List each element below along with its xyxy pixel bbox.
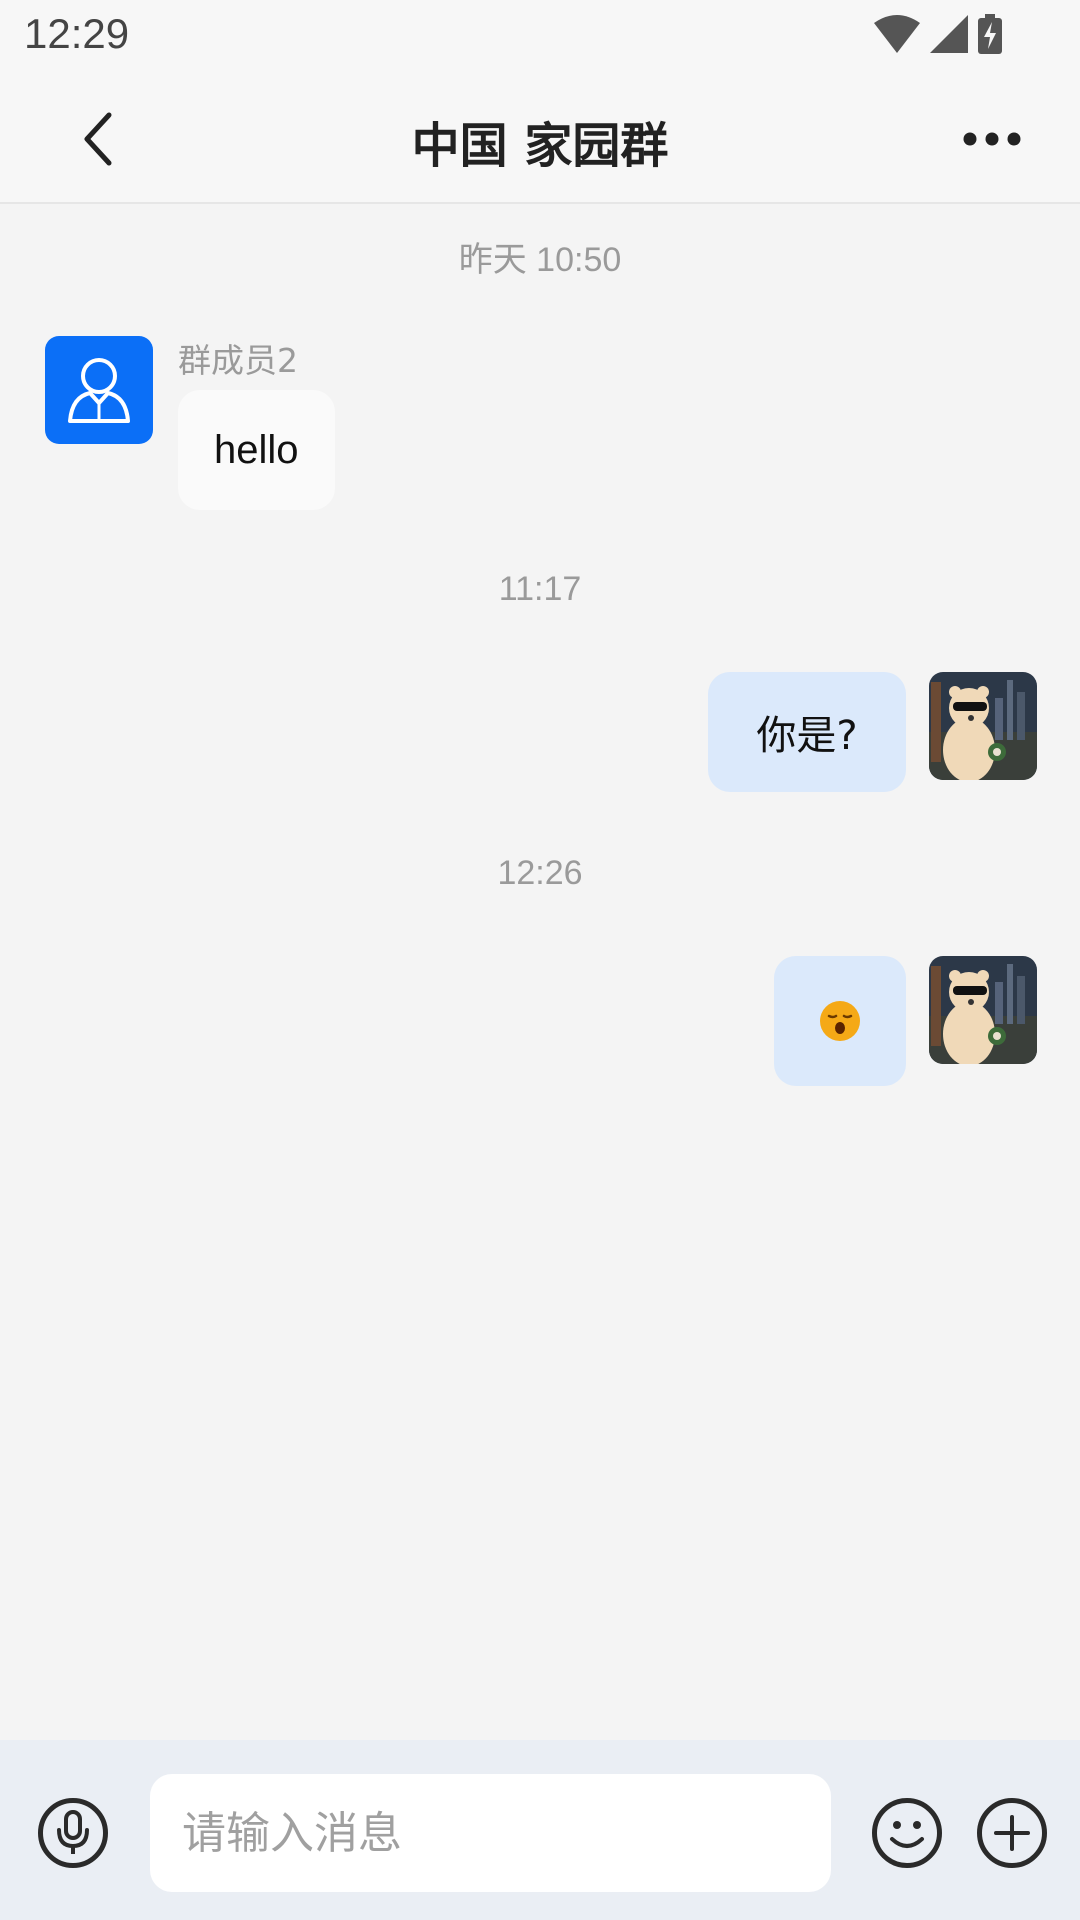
input-bar (0, 1740, 1080, 1920)
plus-circle-icon (994, 1815, 1030, 1851)
emoji-button[interactable] (872, 1798, 942, 1868)
status-icons (874, 14, 1002, 54)
status-bar: 12:29 (0, 0, 1080, 72)
outgoing-message-bubble[interactable]: 你是? (708, 672, 906, 792)
battery-charging-icon (978, 14, 1002, 54)
message-list[interactable]: 昨天 10:50 群成员2 hello 11:17 你是? 12:26 (0, 206, 1080, 1740)
more-button[interactable] (952, 114, 1032, 164)
message-input[interactable] (150, 1774, 831, 1892)
polar-bear-avatar-icon (929, 672, 1037, 780)
my-avatar[interactable] (929, 956, 1037, 1064)
yawning-face-emoji (820, 1001, 860, 1041)
status-time: 12:29 (24, 10, 130, 57)
smiley-icon (890, 1821, 924, 1848)
message-timestamp: 昨天 10:50 (458, 241, 622, 279)
my-avatar[interactable] (929, 672, 1037, 780)
sender-name: 群成员2 (178, 341, 298, 380)
chat-header: 中国 家园群 (0, 72, 1080, 204)
message-timestamp: 11:17 (498, 570, 582, 608)
wifi-icon (874, 15, 920, 53)
signal-icon (930, 15, 968, 53)
microphone-icon (57, 1810, 89, 1854)
more-actions-button[interactable] (977, 1798, 1047, 1868)
voice-button[interactable] (38, 1798, 108, 1868)
message-text: 你是? (756, 713, 858, 759)
page-title: 中国 家园群 (411, 118, 669, 174)
person-icon (68, 358, 130, 423)
incoming-message-bubble[interactable]: hello (178, 390, 335, 510)
polar-bear-avatar-icon (929, 956, 1037, 1064)
member-avatar[interactable] (45, 336, 153, 444)
more-horizontal-icon (963, 132, 1021, 146)
message-timestamp: 12:26 (497, 854, 583, 892)
outgoing-emoji-bubble[interactable] (774, 956, 906, 1086)
